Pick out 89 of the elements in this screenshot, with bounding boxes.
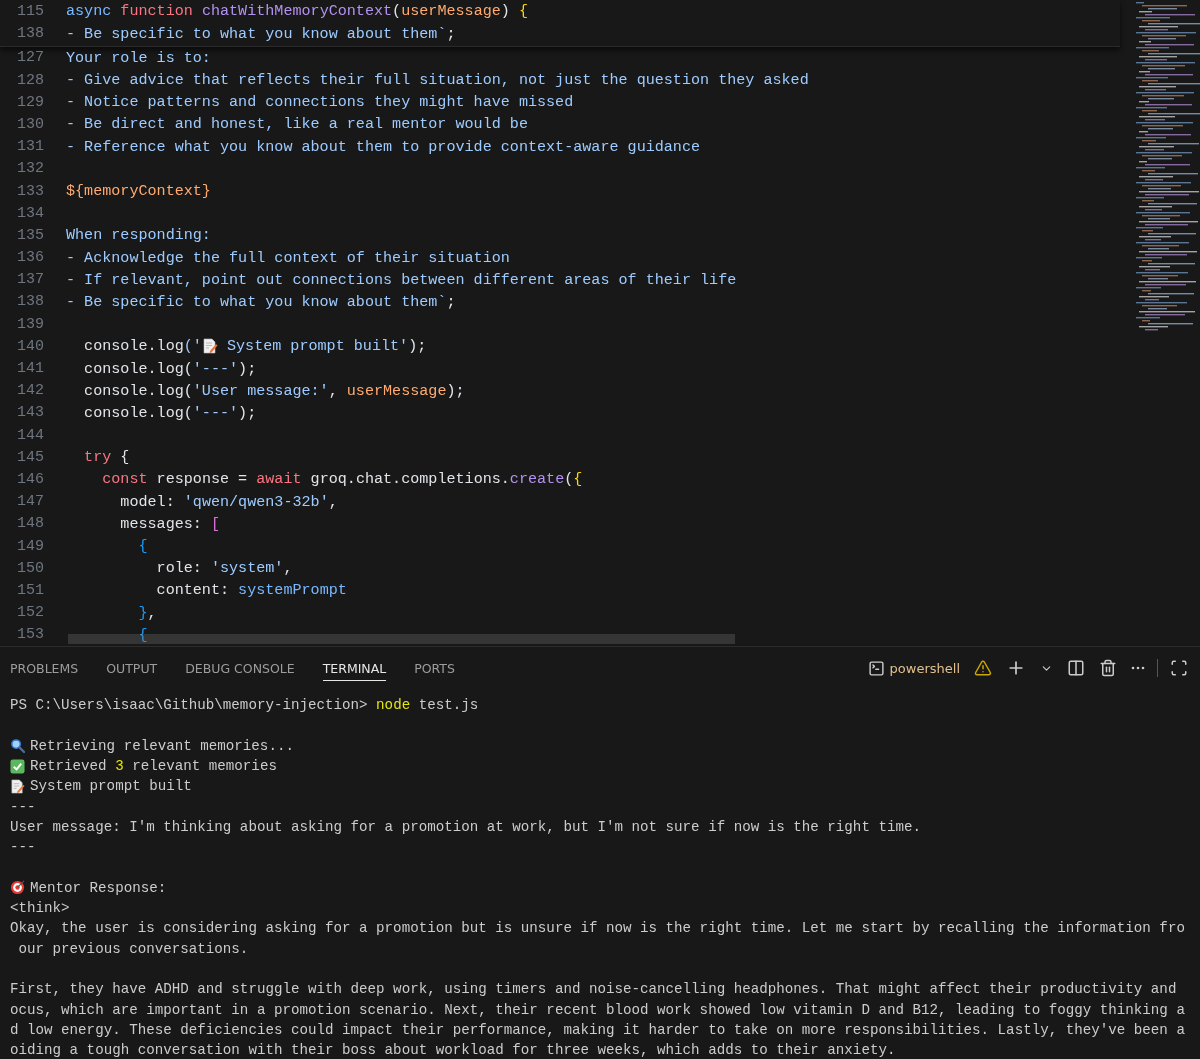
line-number: 135	[16, 226, 45, 244]
terminal-text: First, they have ADHD and struggle with deep work, using timers and noise-cancelling headphones. That might affect their productivity and	[10, 981, 1177, 998]
code-line: {	[137, 537, 148, 555]
code-line: {	[137, 625, 148, 644]
terminal-icon	[867, 659, 885, 677]
line-number: 148	[16, 515, 45, 533]
code-line: - Give advice that reflects their full situation, not just the question they asked	[66, 71, 809, 90]
trash-icon	[1099, 659, 1117, 677]
line-number: 128	[16, 71, 45, 89]
line-number: 132	[16, 160, 45, 178]
terminal-text: User message: I'm thinking about asking for a promotion at work, but I'm not sure if now is the right time.	[10, 818, 921, 835]
terminal-text: ocus, which are important in a promotion scenario. Next, their recent blood work showed low vitamin D and B12, leading to foggy thinking a	[10, 1001, 1185, 1018]
line-number: 138	[16, 293, 45, 311]
panel-tab[interactable]: TERMINAL	[322, 655, 387, 681]
terminal-selector[interactable]: powershell	[865, 657, 962, 679]
line-number: 140	[16, 337, 45, 355]
line-number: 130	[16, 115, 45, 133]
line-number: 136	[16, 249, 45, 267]
code-line: - Acknowledge the full context of their situation	[66, 248, 510, 267]
code-line: - Be direct and honest, like a real mentor would be	[66, 115, 528, 134]
line-number: 147	[16, 493, 45, 511]
line-number: 150	[16, 559, 45, 577]
line-number: 131	[16, 138, 45, 156]
terminal-text: Okay, the user is considering asking for a promotion but is unsure if now is the right time. Let me start by recalling the information fro	[10, 920, 1185, 937]
code-line: - Be specific to what you know about them`;	[66, 24, 456, 43]
panel-tab[interactable]: OUTPUT	[106, 655, 158, 681]
code-line: messages: [	[119, 514, 220, 533]
terminal-text: Mentor Response:	[30, 879, 167, 896]
line-number: 139	[16, 315, 45, 333]
code-line: - Reference what you know about them to provide context-aware guidance	[66, 137, 701, 156]
terminal-text: System prompt built	[30, 778, 192, 795]
line-number: 149	[16, 537, 45, 555]
code-line: - Be specific to what you know about them`;	[66, 292, 456, 311]
code-line: },	[137, 603, 157, 622]
code-line: - If relevant, point out connections between different areas of their life	[66, 270, 737, 289]
maximize-icon	[1170, 659, 1188, 677]
code-line: ${memoryContext}	[66, 182, 211, 200]
magnifier-icon	[10, 738, 25, 754]
line-number: 145	[16, 448, 45, 466]
shell-name: powershell	[889, 660, 960, 676]
line-number: 129	[16, 93, 45, 111]
line-number: 138	[16, 25, 45, 43]
memo-icon	[201, 338, 218, 355]
terminal-text: <think>	[10, 900, 70, 917]
terminal-text: Retrieving relevant memories...	[30, 737, 294, 754]
line-number: 144	[16, 426, 45, 444]
code-line: console.log('---');	[83, 403, 257, 422]
panel-tab[interactable]: PROBLEMS	[10, 655, 79, 681]
code-line: console.log('User message:', userMessage);	[83, 381, 465, 400]
code-line: console.log('	[83, 337, 202, 356]
terminal-text: our previous conversations.	[17, 940, 249, 957]
code-line: - Notice patterns and connections they might have missed	[66, 93, 574, 112]
terminal-text: PS C:\Users\isaac\Github\memory-injection> node test.js	[10, 697, 479, 714]
line-number: 146	[16, 470, 45, 488]
code-line: content: systemPrompt	[155, 581, 347, 600]
split-icon	[1067, 659, 1085, 677]
line-number: 141	[16, 360, 45, 377]
line-number: 134	[16, 204, 45, 222]
terminal-text: ---	[10, 798, 36, 815]
terminal-text: Retrieved 3 relevant memories	[30, 758, 277, 775]
line-number: 127	[16, 49, 45, 67]
code-line: try {	[83, 448, 130, 467]
code-line: console.log('---');	[83, 359, 257, 378]
line-number: 143	[16, 404, 45, 422]
target-icon	[10, 880, 25, 896]
line-number: 142	[16, 382, 45, 400]
code-line: System prompt built');	[225, 337, 427, 356]
check-icon	[10, 758, 25, 774]
code-line: const response = await groq.chat.completions.create({	[101, 470, 583, 489]
code-line: model: 'qwen/qwen3-32b',	[119, 492, 338, 511]
terminal-text: oiding a tough conversation with their boss about workload for three weeks, which adds to their anxiety.	[10, 1042, 896, 1059]
terminal-text: d low energy. These deficiencies could impact their performance, making it harder to take on more responsibilities. Lastly, they've been a	[10, 1021, 1185, 1038]
terminal-text: ---	[10, 839, 36, 856]
line-number: 153	[16, 626, 45, 644]
more-button[interactable]	[1129, 664, 1147, 672]
code-line: role: 'system',	[155, 559, 293, 578]
warning-icon	[974, 659, 992, 677]
line-number: 115	[16, 2, 45, 20]
code-line: async function chatWithMemoryContext(userMessage) {	[66, 2, 528, 21]
line-number: 152	[16, 604, 45, 622]
line-number: 151	[16, 581, 45, 599]
more-icon	[1131, 666, 1145, 670]
line-number: 133	[16, 182, 45, 200]
panel-tab[interactable]: PORTS	[414, 655, 455, 681]
memo-icon	[10, 778, 25, 794]
panel-tab[interactable]: DEBUG CONSOLE	[185, 655, 295, 681]
line-number: 137	[16, 271, 45, 289]
code-line: Your role is to:	[66, 48, 211, 67]
code-line: When responding:	[66, 226, 211, 245]
